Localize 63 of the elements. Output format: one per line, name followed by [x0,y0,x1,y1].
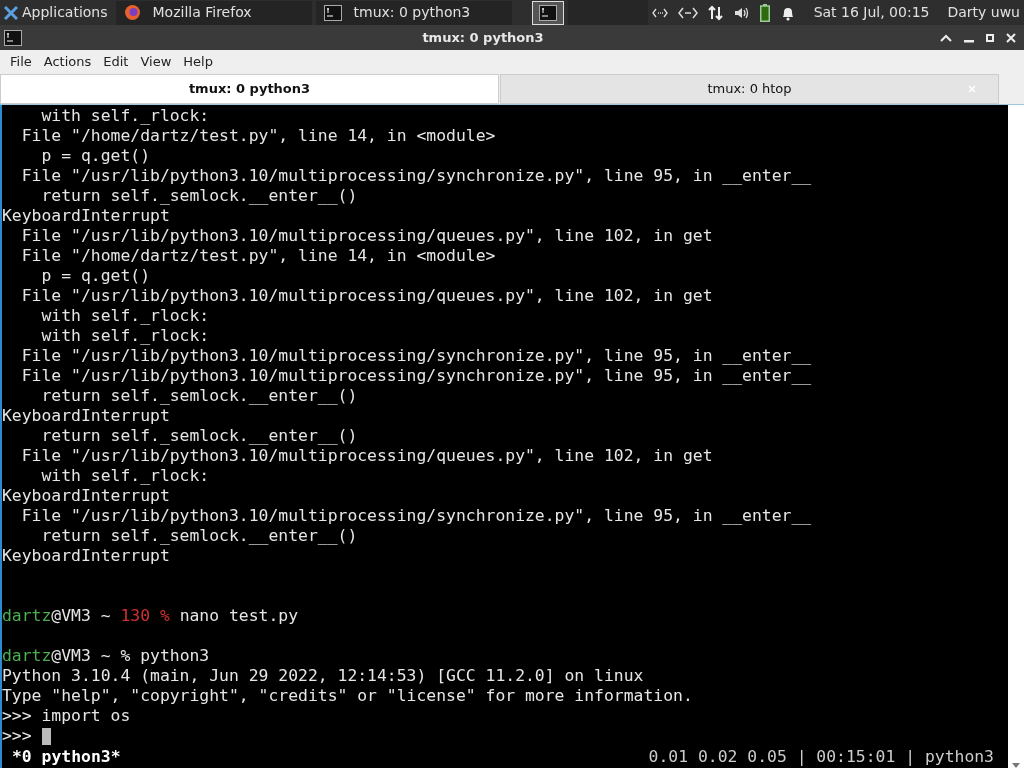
terminal-line: return self._semlock.__enter__() [40,426,358,446]
updown-arrows-icon[interactable] [707,4,724,21]
terminal-line: File "/usr/lib/python3.10/multiprocessing/queues.py", line 102, in get [20,446,713,466]
applications-menu[interactable]: Applications [0,0,112,25]
tab[interactable]: tmux: 0 htop [500,74,999,104]
x-logo-icon [4,5,18,20]
terminal-line: with self._rlock: [40,306,210,326]
terminal-line: @VM3 ~ % python3 [51,646,210,666]
taskbar-button[interactable]: tmux: 0 python3 [315,0,512,25]
terminal-line: File "/home/dartz/test.py", line 14, in <module> [20,246,496,266]
terminal-line: File "/usr/lib/python3.10/multiprocessing/queues.py", line 102, in get [20,226,713,246]
terminal-line: >>> import os [2,706,131,726]
close-icon[interactable] [1006,32,1016,43]
terminal-line: KeyboardInterrupt [2,486,170,506]
terminal-line: KeyboardInterrupt [2,406,170,426]
terminal-line: with self._rlock: [40,466,210,486]
tmux-window-label: *0 python3* [11,747,121,767]
user-name[interactable]: Darty uwu [947,2,1020,23]
terminal-line: p = q.get() [40,146,151,166]
terminal-line: File "/usr/lib/python3.10/multiprocessing/synchronize.py", line 95, in __enter__ [20,166,812,186]
terminal-icon [538,4,557,21]
network-icon[interactable] [651,7,668,18]
tab[interactable]: tmux: 0 python3 [0,74,499,104]
scrollbar[interactable] [1008,105,1024,768]
clock[interactable]: Sat 16 Jul, 00:15 [813,2,930,23]
prompt-user: dartz [2,606,52,626]
menu-item[interactable]: Actions [37,51,98,72]
menu-item[interactable]: View [134,51,178,72]
terminal-line: File "/usr/lib/python3.10/multiprocessing/synchronize.py", line 95, in __enter__ [20,346,812,366]
prompt-user: dartz [2,646,52,666]
terminal-line: KeyboardInterrupt [2,546,170,566]
menu-item[interactable]: Edit [97,51,135,72]
maximize-icon[interactable] [986,33,994,42]
terminal-line: return self._semlock.__enter__() [40,526,358,546]
taskbar-button[interactable]: Mozilla Firefox [115,0,312,25]
network-icon[interactable] [677,6,698,19]
terminal-line: with self._rlock: [40,106,210,126]
terminal-line: return self._semlock.__enter__() [40,186,358,206]
terminal-line: Python 3.10.4 (main, Jun 29 2022, 12:14:53) [GCC 11.2.0] on linux [2,666,644,686]
terminal-line: p = q.get() [40,266,151,286]
terminal-line: nano test.py [178,606,299,626]
chevron-up-icon[interactable] [940,33,952,42]
terminal-line: >>> [2,726,32,746]
terminal-launcher[interactable] [531,0,564,25]
terminal-line: File "/usr/lib/python3.10/multiprocessing/synchronize.py", line 95, in __enter__ [20,506,812,526]
terminal-line: KeyboardInterrupt [2,206,170,226]
menu-item[interactable]: File [4,51,38,72]
exit-status: 130 % [120,606,170,626]
terminal-line: File "/home/dartz/test.py", line 14, in <module> [20,126,496,146]
volume-icon[interactable] [733,5,750,20]
window-title: tmux: 0 python3 [421,28,545,47]
terminal-line: return self._semlock.__enter__() [40,386,358,406]
scroll-down-icon[interactable] [1012,763,1020,768]
terminal-line: with self._rlock: [40,326,210,346]
tmux-status-info: 0.01 0.02 0.05 | 00:15:01 | python3 [648,747,994,767]
terminal-line: Type "help", "copyright", "credits" or "license" for more information. [2,686,693,706]
terminal-line: @VM3 ~ [51,606,112,626]
terminal-icon [4,29,22,46]
terminal-line: File "/usr/lib/python3.10/multiprocessing/synchronize.py", line 95, in __enter__ [20,366,812,386]
terminal-line: File "/usr/lib/python3.10/multiprocessing/queues.py", line 102, in get [20,286,713,306]
battery-icon[interactable] [759,3,770,22]
menu-item[interactable]: Help [177,51,219,72]
terminal-icon [323,4,342,21]
